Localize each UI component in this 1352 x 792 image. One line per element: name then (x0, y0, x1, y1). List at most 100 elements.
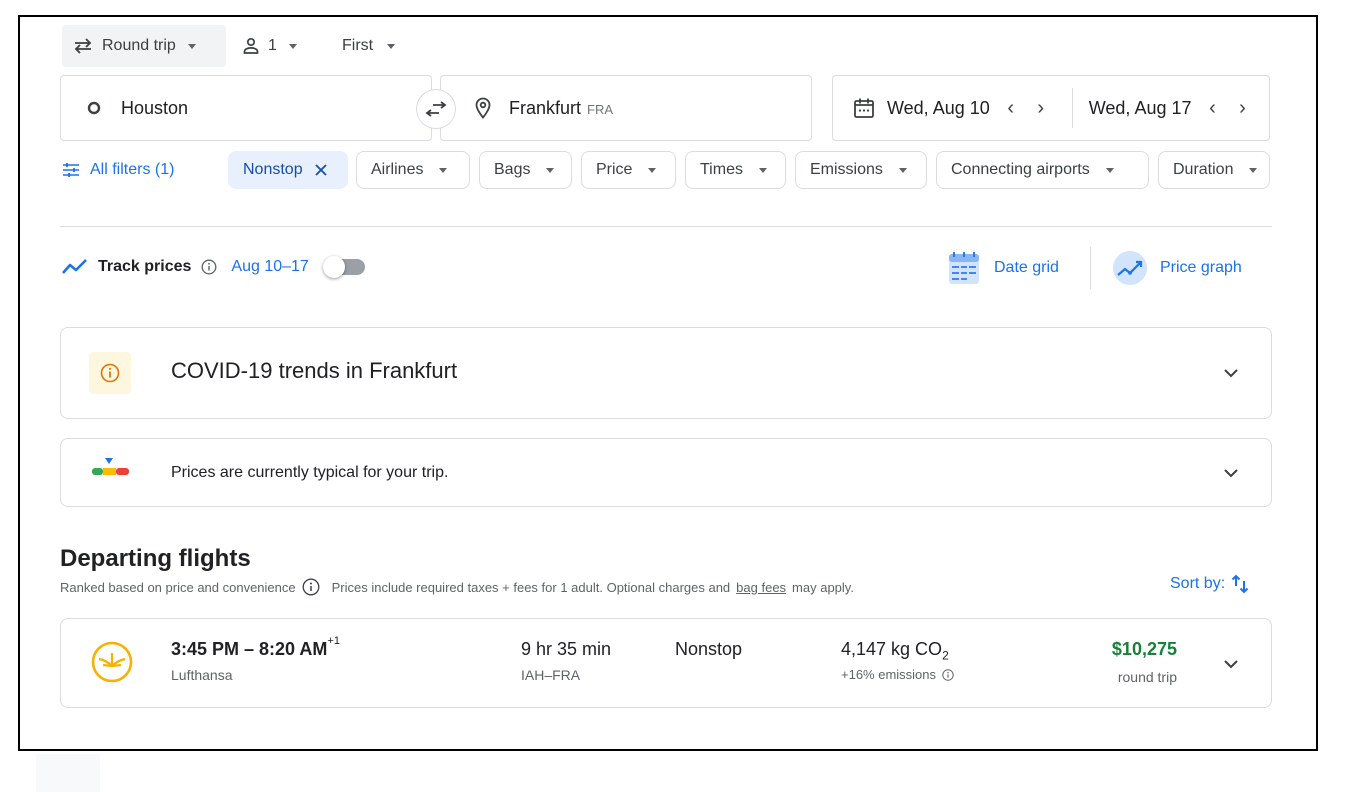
location-pin-icon (475, 97, 491, 119)
swap-locations-button[interactable] (416, 89, 456, 129)
trip-type-select[interactable]: Round trip (62, 25, 226, 67)
lufthansa-logo-icon (91, 641, 133, 683)
flight-price: $10,275 (1111, 639, 1177, 659)
flight-result-row[interactable]: 3:45 PM – 8:20 AM+1 Lufthansa 9 hr 35 mi… (60, 618, 1272, 708)
destination-code: FRA (587, 101, 614, 117)
flight-stops: Nonstop (675, 639, 743, 659)
origin-circle-icon (87, 101, 101, 115)
price-chip[interactable]: Price (581, 151, 676, 189)
round-trip-icon (72, 37, 94, 55)
nonstop-chip-label: Nonstop (243, 161, 303, 178)
emissions-chip-label: Emissions (810, 161, 883, 178)
origin-input[interactable]: Houston (60, 75, 432, 141)
price-graph-icon (1112, 250, 1148, 286)
sort-icon (1231, 573, 1249, 595)
duration-chip[interactable]: Duration (1158, 151, 1270, 189)
co2-subscript: 2 (942, 648, 949, 663)
chevron-down-icon (758, 167, 767, 173)
airlines-chip-label: Airlines (371, 161, 424, 178)
emissions-text: +16% emissions (841, 667, 937, 682)
background-tile (36, 754, 100, 792)
airline-name: Lufthansa (171, 667, 233, 683)
previous-day-depart-button[interactable]: ‹ (1002, 97, 1020, 120)
chevron-down-icon (546, 167, 555, 173)
connecting-airports-chip[interactable]: Connecting airports (936, 151, 1149, 189)
person-icon (242, 37, 260, 55)
trip-type-label: Round trip (102, 37, 176, 54)
flight-time-range: 3:45 PM – 8:20 AM (171, 639, 328, 659)
bags-chip[interactable]: Bags (479, 151, 572, 189)
covid-trends-card[interactable]: COVID-19 trends in Frankfurt (60, 327, 1272, 419)
sort-by-button[interactable]: Sort by: (1170, 573, 1249, 595)
track-prices-label: Track prices (98, 258, 192, 275)
date-divider (1071, 88, 1073, 128)
return-date-field[interactable]: Wed, Aug 17 ‹ › (1089, 76, 1252, 140)
chevron-down-icon (898, 167, 907, 173)
destination-value: Frankfurt (509, 97, 582, 118)
date-grid-icon (948, 251, 980, 285)
airlines-chip[interactable]: Airlines (356, 151, 470, 189)
info-icon (89, 352, 131, 394)
previous-day-return-button[interactable]: ‹ (1204, 97, 1222, 120)
fees-note-text: Prices include required taxes + fees for… (331, 579, 731, 595)
trend-line-icon (62, 259, 88, 275)
price-insight-text: Prices are currently typical for your tr… (171, 464, 449, 481)
cabin-class-select[interactable]: First (342, 25, 396, 67)
nonstop-chip[interactable]: Nonstop (228, 151, 348, 189)
next-day-return-button[interactable]: › (1234, 97, 1252, 120)
flights-search-page: Round trip 1 First Houston Frankfurt FRA (18, 15, 1318, 751)
date-grid-label: Date grid (994, 259, 1059, 276)
flight-route: IAH–FRA (521, 667, 581, 683)
origin-value: Houston (121, 97, 189, 118)
return-date-value: Wed, Aug 17 (1088, 97, 1192, 118)
connecting-chip-label: Connecting airports (951, 161, 1090, 178)
all-filters-label: All filters (1) (90, 161, 175, 178)
chevron-down-icon (187, 43, 196, 49)
price-chip-label: Price (596, 161, 633, 178)
co2-value: 4,147 kg CO (841, 639, 943, 659)
views-divider (1090, 247, 1091, 289)
cabin-class-label: First (342, 37, 374, 54)
co2-emissions: 4,147 kg CO2 (841, 639, 949, 663)
flight-times: 3:45 PM – 8:20 AM+1 (171, 635, 340, 660)
day-offset: +1 (327, 635, 340, 647)
chevron-down-icon (439, 167, 448, 173)
filter-sliders-icon (62, 162, 80, 178)
info-icon[interactable] (302, 578, 320, 596)
price-graph-button[interactable]: Price graph (1112, 251, 1242, 285)
divider (60, 226, 1272, 227)
emissions-chip[interactable]: Emissions (795, 151, 927, 189)
ranking-text: Ranked based on price and convenience (60, 579, 296, 595)
depart-date-value: Wed, Aug 10 (887, 97, 990, 118)
departing-flights-note: Ranked based on price and convenience Pr… (60, 578, 854, 596)
info-icon[interactable] (201, 259, 217, 275)
date-grid-button[interactable]: Date grid (948, 251, 1059, 285)
chevron-down-icon[interactable] (1221, 654, 1241, 674)
chevron-down-icon[interactable] (1221, 463, 1241, 483)
emissions-comparison: +16% emissions (841, 667, 954, 682)
track-prices-toggle[interactable] (322, 256, 365, 278)
price-insight-card[interactable]: Prices are currently typical for your tr… (60, 438, 1272, 507)
next-day-depart-button[interactable]: › (1032, 97, 1050, 120)
passenger-count: 1 (268, 37, 277, 54)
toggle-knob (322, 256, 345, 278)
price-level-icon (91, 456, 131, 480)
sort-by-label: Sort by: (1170, 575, 1226, 592)
price-graph-label: Price graph (1160, 259, 1242, 276)
all-filters-button[interactable]: All filters (1) (62, 151, 174, 189)
flight-duration: 9 hr 35 min (521, 639, 612, 659)
info-icon[interactable] (942, 668, 954, 681)
chevron-down-icon (288, 43, 297, 49)
chevron-down-icon[interactable] (1221, 363, 1241, 383)
price-type: round trip (1117, 669, 1177, 685)
passengers-select[interactable]: 1 (242, 25, 297, 67)
chevron-down-icon (648, 167, 657, 173)
chevron-down-icon (1105, 167, 1114, 173)
times-chip[interactable]: Times (685, 151, 786, 189)
swap-icon (425, 101, 447, 117)
covid-trends-title: COVID-19 trends in Frankfurt (171, 358, 458, 383)
close-icon[interactable] (314, 164, 327, 176)
destination-input[interactable]: Frankfurt FRA (440, 75, 812, 141)
depart-date-field[interactable]: Wed, Aug 10 ‹ › (853, 76, 1050, 140)
bag-fees-link[interactable]: bag fees (736, 580, 786, 595)
